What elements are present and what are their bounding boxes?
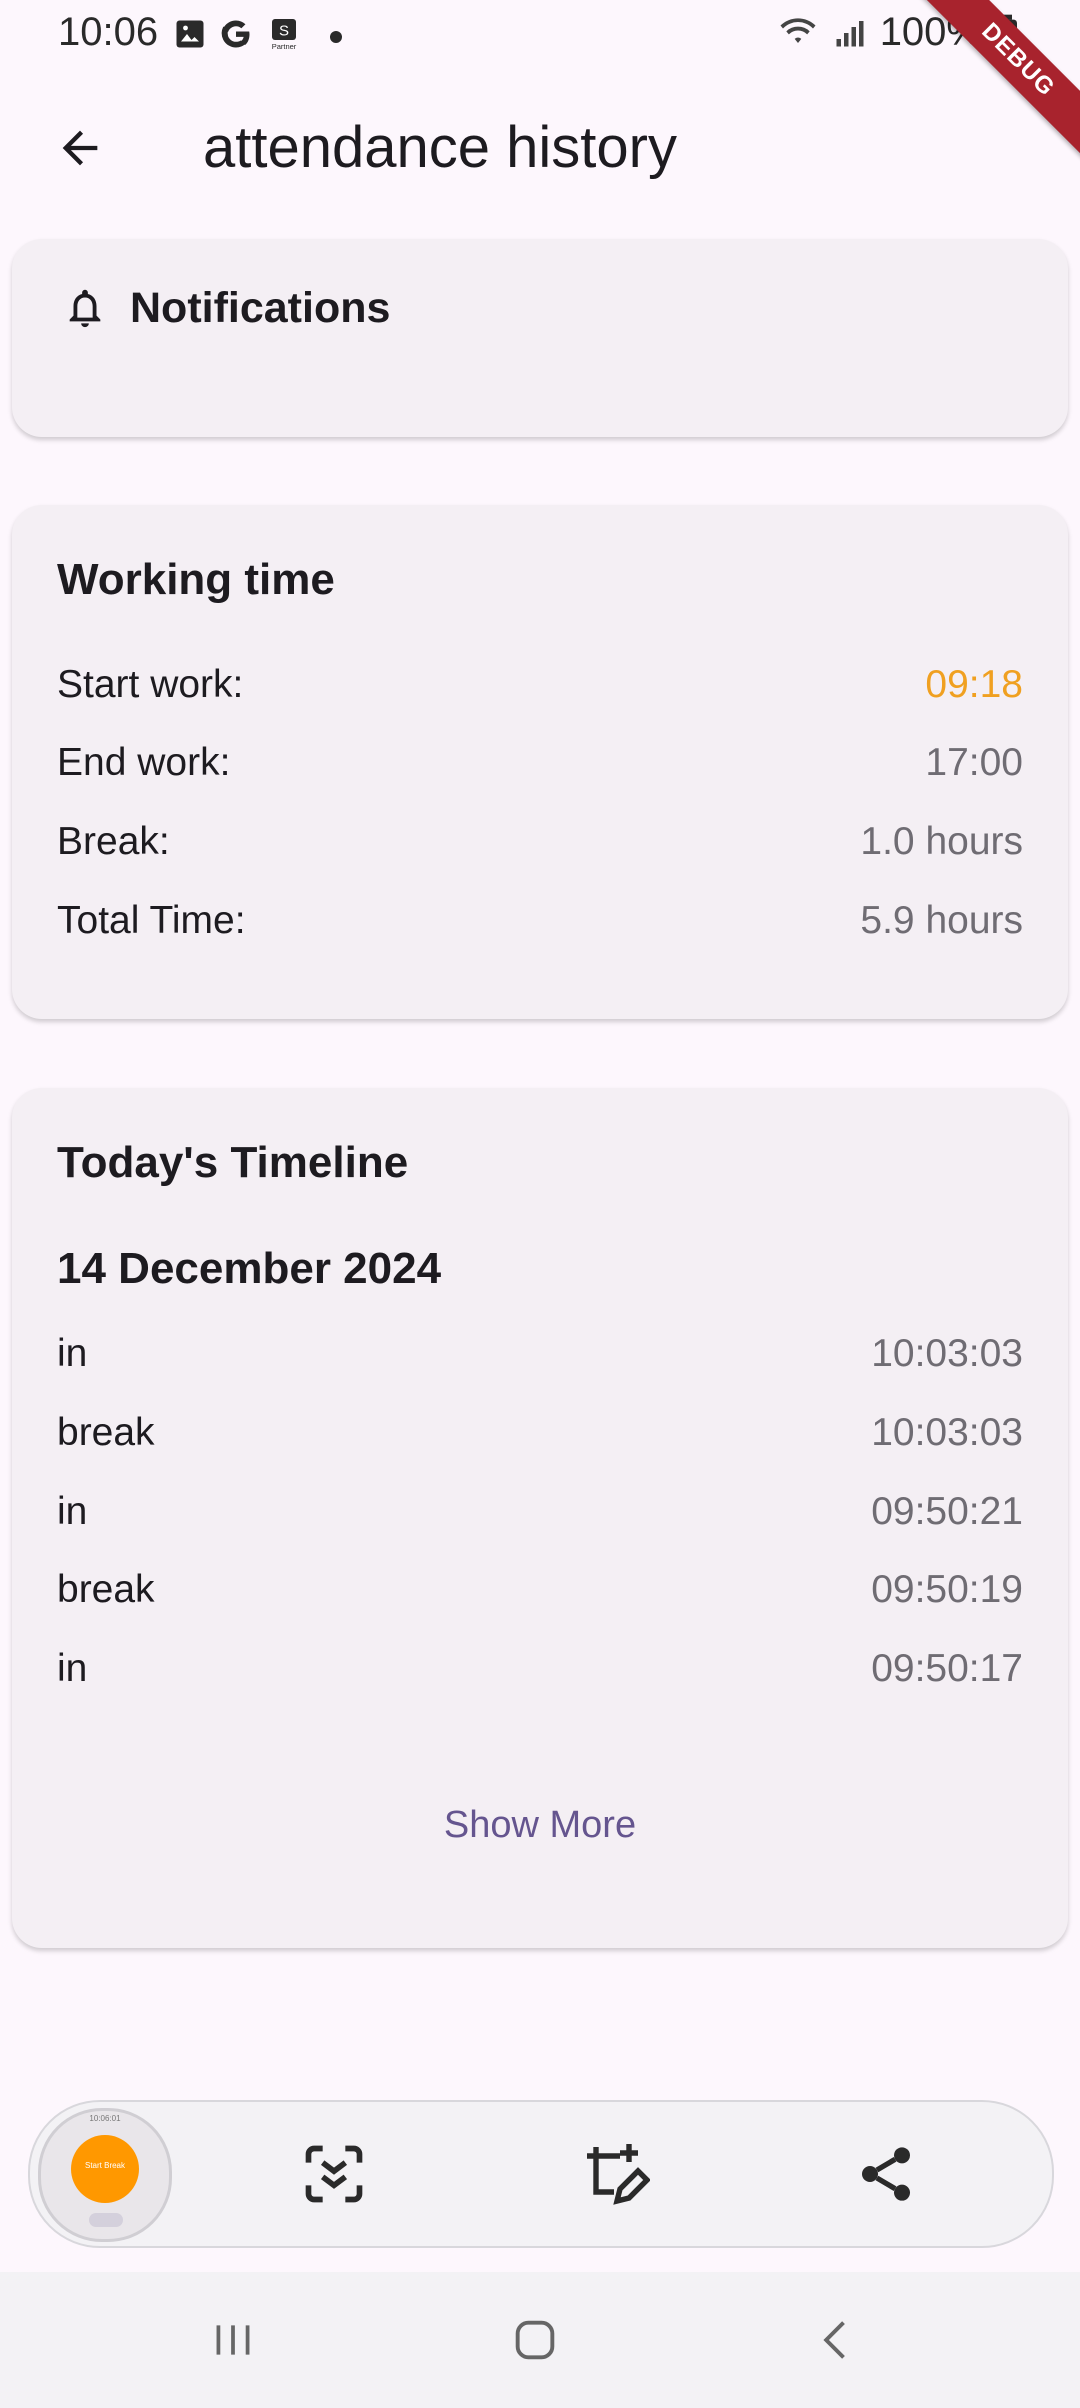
timeline-entry-time: 09:50:17 — [871, 1647, 1023, 1690]
start-work-row: Start work: 09:18 — [57, 657, 1023, 713]
total-time-label: Total Time: — [57, 899, 246, 942]
google-icon — [221, 20, 250, 48]
capture-toolbar: 10:06:01 Start Break — [28, 2100, 1054, 2248]
timeline-row: break 10:03:03 — [57, 1405, 1023, 1461]
status-bar: 10:06 S Partner 100% DEBUG — [0, 0, 1080, 161]
show-more-button[interactable]: Show More — [12, 1804, 1068, 1847]
timeline-row: break 09:50:19 — [57, 1562, 1023, 1618]
total-time-value: 5.9 hours — [860, 899, 1023, 942]
home-icon — [515, 2320, 555, 2360]
back-button[interactable] — [40, 112, 120, 184]
scroll-capture-button[interactable] — [292, 2132, 376, 2216]
page-title: attendance history — [203, 115, 677, 180]
timeline-card: Today's Timeline 14 December 2024 in 10:… — [12, 1088, 1068, 1948]
timeline-entry-time: 10:03:03 — [871, 1332, 1023, 1375]
edit-button[interactable] — [572, 2132, 656, 2216]
working-time-card: Working time Start work: 09:18 End work:… — [12, 505, 1068, 1019]
timeline-entry-time: 09:50:21 — [871, 1490, 1023, 1533]
share-icon — [862, 2147, 910, 2201]
dot-icon — [330, 31, 342, 43]
timeline-entry-time: 10:03:03 — [871, 1411, 1023, 1454]
notifications-card[interactable]: Notifications — [12, 239, 1068, 437]
timeline-title: Today's Timeline — [57, 1138, 409, 1187]
share-button[interactable] — [844, 2132, 928, 2216]
timeline-entry-type: in — [57, 1647, 88, 1690]
thumbnail-button-text: Start Break — [84, 2161, 125, 2170]
start-work-label: Start work: — [57, 663, 244, 706]
thumbnail-pill — [89, 2213, 123, 2227]
thumbnail-time: 10:06:01 — [89, 2114, 121, 2123]
image-icon — [176, 20, 204, 48]
timeline-row: in 09:50:17 — [57, 1641, 1023, 1697]
arrow-back-icon — [62, 130, 98, 166]
recents-icon — [216, 2325, 250, 2355]
timeline-entry-type: break — [57, 1568, 155, 1611]
svg-text:S: S — [279, 23, 289, 40]
notifications-row[interactable]: Notifications — [62, 283, 390, 333]
nav-back-button[interactable] — [782, 2300, 892, 2380]
end-work-value: 17:00 — [925, 741, 1023, 784]
bell-icon — [69, 289, 101, 328]
timeline-row: in 09:50:21 — [57, 1484, 1023, 1540]
timeline-entry-type: in — [57, 1490, 88, 1533]
chevron-left-icon — [823, 2321, 845, 2359]
working-time-title: Working time — [57, 555, 335, 604]
timeline-date: 14 December 2024 — [57, 1244, 442, 1293]
timeline-row: in 10:03:03 — [57, 1326, 1023, 1382]
timeline-entry-type: break — [57, 1411, 155, 1454]
partner-app-icon: S Partner — [272, 19, 297, 51]
status-time: 10:06 — [58, 10, 159, 54]
signal-icon — [836, 20, 864, 46]
break-label: Break: — [57, 820, 170, 863]
break-row: Break: 1.0 hours — [57, 814, 1023, 870]
system-nav-bar — [0, 2272, 1080, 2408]
timeline-entry-type: in — [57, 1332, 88, 1375]
end-work-row: End work: 17:00 — [57, 735, 1023, 791]
wifi-icon — [780, 17, 816, 43]
total-time-row: Total Time: 5.9 hours — [57, 893, 1023, 949]
notifications-label: Notifications — [130, 283, 391, 332]
home-button[interactable] — [480, 2300, 590, 2380]
edit-crop-icon — [587, 2144, 650, 2205]
end-work-label: End work: — [57, 741, 231, 784]
svg-text:Partner: Partner — [272, 42, 297, 51]
timeline-entry-time: 09:50:19 — [871, 1568, 1023, 1611]
app-bar: attendance history — [0, 90, 1080, 206]
screenshot-thumbnail[interactable]: 10:06:01 Start Break — [38, 2108, 172, 2242]
recents-button[interactable] — [178, 2300, 288, 2380]
start-work-value: 09:18 — [925, 663, 1023, 706]
scroll-capture-icon — [305, 2145, 363, 2203]
break-value: 1.0 hours — [860, 820, 1023, 863]
